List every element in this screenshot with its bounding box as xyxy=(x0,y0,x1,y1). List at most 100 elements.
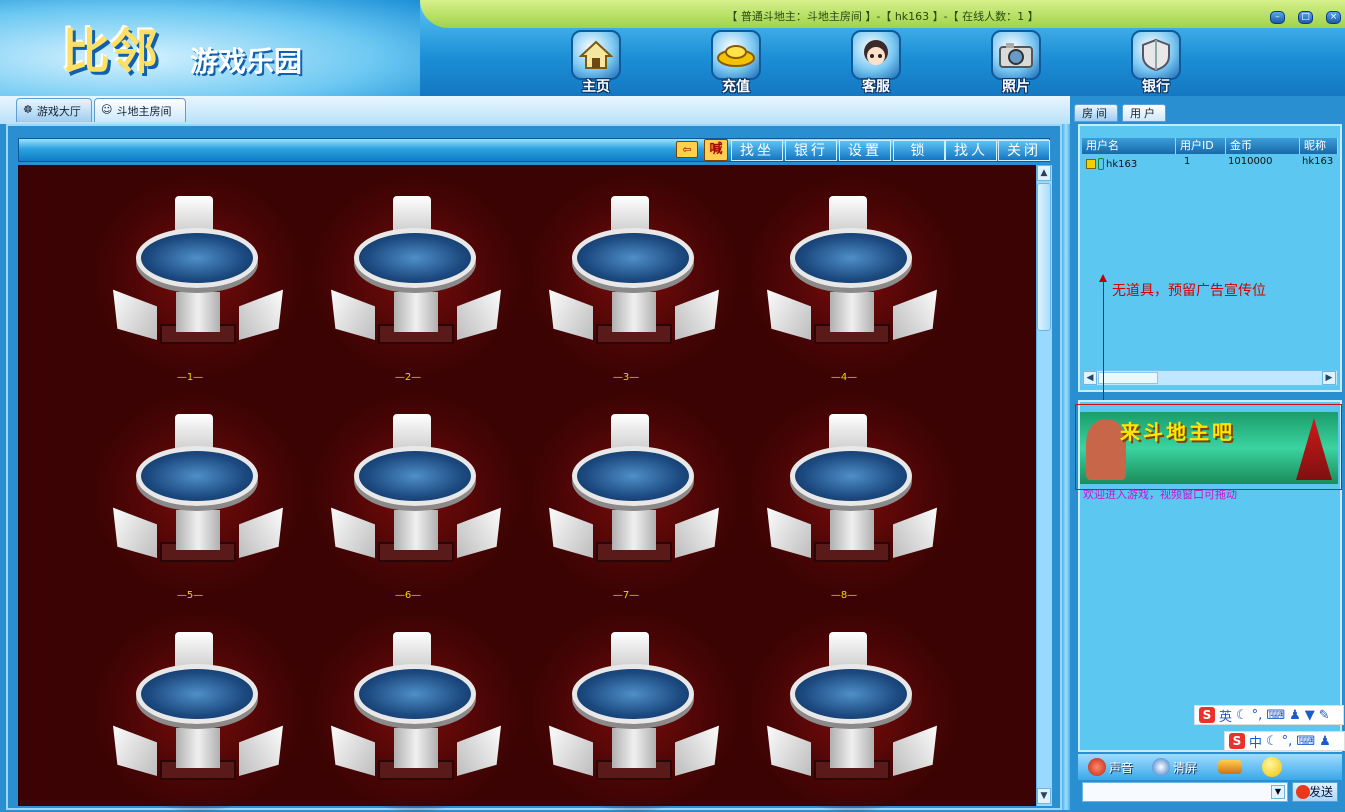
game-table[interactable] xyxy=(762,196,942,366)
logo-main: 比邻 xyxy=(62,24,159,80)
game-table[interactable] xyxy=(108,632,288,802)
chair-left[interactable] xyxy=(113,289,157,340)
table-stem xyxy=(394,510,438,550)
minimize-button[interactable]: – xyxy=(1270,11,1285,24)
pen-button[interactable] xyxy=(1218,756,1242,778)
shout-icon[interactable]: 喊 xyxy=(704,139,728,161)
chair-left[interactable] xyxy=(331,289,375,340)
table-stem xyxy=(176,728,220,768)
nav-home-label: 主页 xyxy=(582,79,610,95)
bank-button[interactable]: 银行 xyxy=(785,140,837,161)
tab-rooms[interactable]: 房间 xyxy=(1074,104,1118,122)
nav-bank-button[interactable]: 银行 xyxy=(1128,30,1184,95)
tab-room[interactable]: ☺ 斗地主房间 xyxy=(94,98,186,122)
chat-input[interactable]: ▼ xyxy=(1082,782,1288,802)
chair-left[interactable] xyxy=(113,507,157,558)
col-username[interactable]: 用户名 xyxy=(1082,138,1176,154)
user-list-header: 用户名 用户ID 金币 昵称 xyxy=(1082,138,1338,154)
chevron-down-icon[interactable]: ▼ xyxy=(1271,785,1285,799)
table-top xyxy=(572,228,694,288)
chair-left[interactable] xyxy=(549,289,593,340)
panel-splitter[interactable] xyxy=(1062,124,1070,810)
nav-service-button[interactable]: 客服 xyxy=(848,30,904,95)
lock-button[interactable]: 锁 xyxy=(893,140,945,161)
chair-left[interactable] xyxy=(549,507,593,558)
ime-toolbar-en[interactable]: S 英 ☾ °, ⌨ ♟ ▼ ✎ xyxy=(1194,705,1344,725)
chair-right[interactable] xyxy=(239,289,283,340)
col-gold[interactable]: 金币 xyxy=(1226,138,1300,154)
game-table[interactable] xyxy=(762,414,942,584)
chair-left[interactable] xyxy=(767,507,811,558)
user-id: 1 xyxy=(1184,156,1191,167)
nav-home-button[interactable]: 主页 xyxy=(568,30,624,95)
ime-mode-zh[interactable]: 中 xyxy=(1249,732,1262,751)
chair-right[interactable] xyxy=(675,725,719,776)
chair-left[interactable] xyxy=(767,725,811,776)
chair-right[interactable] xyxy=(893,289,937,340)
scroll-up-icon[interactable]: ▲ xyxy=(1037,165,1051,181)
ime-mode-en[interactable]: 英 xyxy=(1219,706,1232,725)
close-room-button[interactable]: 关闭 xyxy=(998,140,1050,161)
sound-button[interactable]: 声音 xyxy=(1088,756,1133,778)
shield-icon xyxy=(1131,30,1181,80)
emoji-button[interactable] xyxy=(1262,756,1282,778)
game-table[interactable] xyxy=(544,632,724,802)
game-table[interactable] xyxy=(544,414,724,584)
settings-button[interactable]: 设置 xyxy=(839,140,891,161)
col-nickname[interactable]: 昵称 xyxy=(1300,138,1338,154)
game-table[interactable] xyxy=(326,632,506,802)
clear-screen-label: 清屏 xyxy=(1173,760,1198,775)
scroll-right-icon[interactable]: ▶ xyxy=(1322,371,1336,385)
tab-lobby[interactable]: ☸ 游戏大厅 xyxy=(16,98,92,122)
game-table[interactable] xyxy=(544,196,724,366)
table-number: —3— xyxy=(612,372,640,383)
table-row[interactable]: hk163 1 1010000 hk163 xyxy=(1082,156,1338,172)
game-table[interactable] xyxy=(762,632,942,802)
chair-left[interactable] xyxy=(331,507,375,558)
close-button[interactable]: × xyxy=(1326,11,1341,24)
chair-right[interactable] xyxy=(675,507,719,558)
game-table[interactable] xyxy=(326,196,506,366)
maximize-button[interactable]: □ xyxy=(1298,11,1313,24)
clear-screen-button[interactable]: 清屏 xyxy=(1152,756,1197,778)
room-icon: ☺ xyxy=(101,103,113,116)
nav-photo-button[interactable]: 照片 xyxy=(988,30,1044,95)
hscroll-thumb[interactable] xyxy=(1098,372,1158,384)
keyboard-icon[interactable]: ⌨ xyxy=(1266,708,1285,723)
table-stem xyxy=(612,292,656,332)
table-number: —8— xyxy=(830,590,858,601)
send-button[interactable]: 发送 xyxy=(1292,782,1338,802)
tab-users[interactable]: 用户 xyxy=(1122,104,1166,122)
chair-right[interactable] xyxy=(239,725,283,776)
chair-right[interactable] xyxy=(675,289,719,340)
keyboard-icon[interactable]: ⌨ xyxy=(1296,734,1315,749)
chair-left[interactable] xyxy=(331,725,375,776)
exit-door-icon[interactable]: ⇦ xyxy=(676,141,698,158)
user-face-icon xyxy=(1086,159,1096,169)
nav-recharge-button[interactable]: 充值 xyxy=(708,30,764,95)
find-person-button[interactable]: 找人 xyxy=(945,140,997,161)
game-table[interactable] xyxy=(108,414,288,584)
col-userid[interactable]: 用户ID xyxy=(1176,138,1226,154)
chair-right[interactable] xyxy=(457,289,501,340)
chair-right[interactable] xyxy=(457,507,501,558)
ime-toolbar-zh[interactable]: S 中 ☾ °, ⌨ ♟ xyxy=(1224,731,1345,751)
ad-banner-title: 来斗地主吧 xyxy=(1120,420,1235,444)
chair-right[interactable] xyxy=(457,725,501,776)
game-table[interactable] xyxy=(108,196,288,366)
send-icon xyxy=(1296,785,1310,799)
chair-left[interactable] xyxy=(113,725,157,776)
chair-left[interactable] xyxy=(767,289,811,340)
wrench-icon: ✎ xyxy=(1318,707,1330,723)
chair-right[interactable] xyxy=(893,725,937,776)
chair-right[interactable] xyxy=(239,507,283,558)
find-seat-button[interactable]: 找坐 xyxy=(731,140,783,161)
sound-label: 声音 xyxy=(1109,760,1134,775)
chair-left[interactable] xyxy=(549,725,593,776)
clear-screen-icon xyxy=(1152,758,1170,776)
chair-right[interactable] xyxy=(893,507,937,558)
scroll-down-icon[interactable]: ▼ xyxy=(1037,788,1051,804)
scroll-thumb[interactable] xyxy=(1037,183,1051,331)
scroll-left-icon[interactable]: ◀ xyxy=(1083,371,1097,385)
game-table[interactable] xyxy=(326,414,506,584)
